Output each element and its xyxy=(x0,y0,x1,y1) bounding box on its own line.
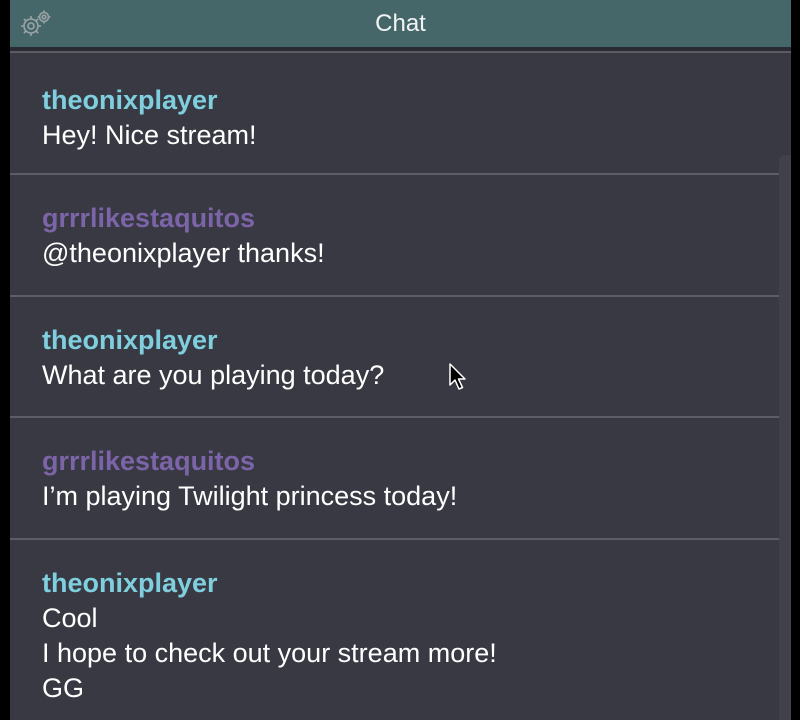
mouse-cursor-icon xyxy=(449,363,467,391)
message-username[interactable]: grrrlikestaquitos xyxy=(42,201,791,236)
message-username[interactable]: theonixplayer xyxy=(42,83,791,118)
message-username[interactable]: theonixplayer xyxy=(42,566,791,601)
chat-message: theonixplayer Cool I hope to check out y… xyxy=(10,540,791,706)
message-list: theonixplayer Hey! Nice stream! grrrlike… xyxy=(10,53,791,706)
message-username[interactable]: theonixplayer xyxy=(42,323,791,358)
message-text: Cool xyxy=(42,603,98,633)
message-text: @theonixplayer thanks! xyxy=(42,238,325,268)
message-text: I’m playing Twilight princess today! xyxy=(42,481,458,511)
message-text: What are you playing today? xyxy=(42,360,385,390)
chat-message: theonixplayer Hey! Nice stream! xyxy=(10,53,791,175)
chat-window: Chat theonixplayer Hey! Nice stream! grr… xyxy=(10,0,791,720)
message-text: GG xyxy=(42,673,85,703)
scrollbar[interactable] xyxy=(779,155,791,720)
message-text: Hey! Nice stream! xyxy=(42,120,257,150)
message-username[interactable]: grrrlikestaquitos xyxy=(42,444,791,479)
chat-header: Chat xyxy=(10,0,791,47)
chat-message: grrrlikestaquitos @theonixplayer thanks! xyxy=(10,175,791,297)
gear-icon[interactable] xyxy=(17,7,53,39)
chat-message: theonixplayer What are you playing today… xyxy=(10,297,791,418)
chat-message: grrrlikestaquitos I’m playing Twilight p… xyxy=(10,418,791,540)
message-text: I hope to check out your stream more! xyxy=(42,638,497,668)
page-title: Chat xyxy=(375,9,426,37)
